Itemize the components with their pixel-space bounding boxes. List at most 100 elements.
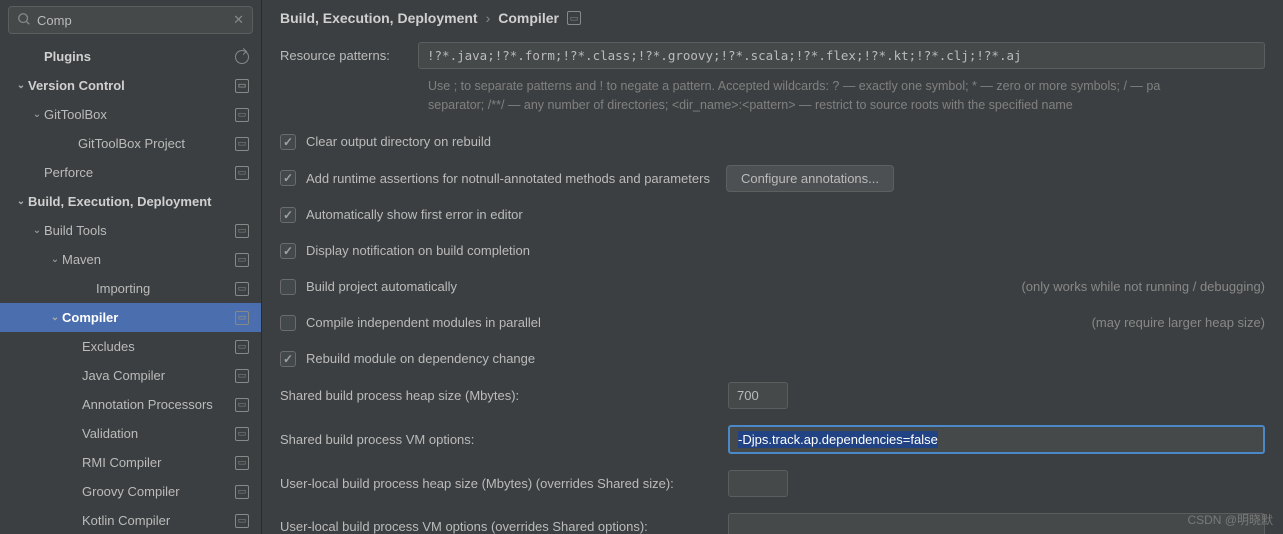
tree-item-importing[interactable]: Importing ▭ xyxy=(0,274,261,303)
tree-item-version-control[interactable]: ⌄Version Control▭ xyxy=(0,71,261,100)
shared-heap-label: Shared build process heap size (Mbytes): xyxy=(280,388,728,403)
checkbox-hint: (only works while not running / debuggin… xyxy=(991,279,1265,294)
shared-heap-row: Shared build process heap size (Mbytes): xyxy=(280,382,1265,409)
tree-item-label: Importing xyxy=(96,281,229,296)
check-row-0: Clear output directory on rebuild xyxy=(280,129,1265,155)
project-scope-icon: ▭ xyxy=(235,369,249,383)
tree-item-label: RMI Compiler xyxy=(82,455,229,470)
tree-item-rmi-compiler[interactable]: RMI Compiler ▭ xyxy=(0,448,261,477)
search-icon xyxy=(17,12,31,29)
chevron-icon: ⌄ xyxy=(30,109,44,120)
check-row-2: Automatically show first error in editor xyxy=(280,202,1265,228)
checkbox-label[interactable]: Clear output directory on rebuild xyxy=(306,134,491,149)
main-panel: Build, Execution, Deployment › Compiler … xyxy=(262,0,1283,534)
tree-item-label: GitToolBox xyxy=(44,107,229,122)
checkbox-label[interactable]: Build project automatically xyxy=(306,279,457,294)
tree-item-plugins[interactable]: Plugins xyxy=(0,42,261,71)
search-input[interactable] xyxy=(37,13,233,28)
watermark: CSDN @明晓默 xyxy=(1187,511,1273,528)
breadcrumb-parent[interactable]: Build, Execution, Deployment xyxy=(280,10,478,26)
shared-vm-input[interactable]: -Djps.track.ap.dependencies=false xyxy=(728,425,1265,454)
checkbox[interactable] xyxy=(280,351,296,367)
tree-item-label: Compiler xyxy=(62,310,229,325)
project-scope-icon: ▭ xyxy=(235,427,249,441)
shared-heap-input[interactable] xyxy=(728,382,788,409)
project-scope-icon: ▭ xyxy=(235,224,249,238)
checkbox[interactable] xyxy=(280,279,296,295)
checkbox[interactable] xyxy=(280,315,296,331)
tree-item-perforce[interactable]: Perforce▭ xyxy=(0,158,261,187)
tree-item-label: Java Compiler xyxy=(82,368,229,383)
clear-search-icon[interactable]: ✕ xyxy=(233,12,244,28)
check-row-6: Rebuild module on dependency change xyxy=(280,346,1265,372)
tree-item-build-tools[interactable]: ⌄Build Tools ▭ xyxy=(0,216,261,245)
chevron-icon: ⌄ xyxy=(14,80,28,91)
shared-vm-label: Shared build process VM options: xyxy=(280,432,728,447)
search-box[interactable]: ✕ xyxy=(8,6,253,34)
tree-item-label: Build, Execution, Deployment xyxy=(28,194,249,209)
breadcrumb-current: Compiler xyxy=(498,10,559,26)
checkbox[interactable] xyxy=(280,207,296,223)
project-scope-icon: ▭ xyxy=(235,456,249,470)
tree-item-java-compiler[interactable]: Java Compiler ▭ xyxy=(0,361,261,390)
project-scope-icon: ▭ xyxy=(235,485,249,499)
resource-help-text: Use ; to separate patterns and ! to nega… xyxy=(428,77,1265,115)
tree-item-build-execution-deployment[interactable]: ⌄Build, Execution, Deployment xyxy=(0,187,261,216)
project-scope-icon: ▭ xyxy=(235,137,249,151)
tree-item-kotlin-compiler[interactable]: Kotlin Compiler ▭ xyxy=(0,506,261,534)
tree-item-annotation-processors[interactable]: Annotation Processors▭ xyxy=(0,390,261,419)
tree-item-label: GitToolBox Project xyxy=(78,136,229,151)
configure-annotations-button[interactable]: Configure annotations... xyxy=(726,165,894,192)
check-row-5: Compile independent modules in parallel (… xyxy=(280,310,1265,336)
breadcrumb-separator: › xyxy=(486,10,491,26)
project-scope-icon: ▭ xyxy=(235,398,249,412)
tree-item-label: Groovy Compiler xyxy=(82,484,229,499)
check-row-3: Display notification on build completion xyxy=(280,238,1265,264)
checkbox-label[interactable]: Automatically show first error in editor xyxy=(306,207,523,222)
chevron-icon: ⌄ xyxy=(14,196,28,207)
settings-sidebar: ✕ Plugins⌄Version Control▭⌄GitToolBox▭Gi… xyxy=(0,0,262,534)
tree-item-validation[interactable]: Validation▭ xyxy=(0,419,261,448)
checkbox-label[interactable]: Add runtime assertions for notnull-annot… xyxy=(306,171,710,186)
breadcrumb: Build, Execution, Deployment › Compiler … xyxy=(262,0,1283,30)
tree-item-label: Kotlin Compiler xyxy=(82,513,229,528)
settings-content: Resource patterns: Use ; to separate pat… xyxy=(262,30,1283,534)
tree-item-label: Excludes xyxy=(82,339,229,354)
check-row-1: Add runtime assertions for notnull-annot… xyxy=(280,165,1265,192)
checkbox[interactable] xyxy=(280,243,296,259)
tree-item-groovy-compiler[interactable]: Groovy Compiler ▭ xyxy=(0,477,261,506)
project-scope-icon: ▭ xyxy=(567,11,581,25)
reset-icon[interactable] xyxy=(235,50,249,64)
tree-item-compiler[interactable]: ⌄Compiler ▭ xyxy=(0,303,261,332)
checkbox-hint: (may require larger heap size) xyxy=(1062,315,1265,330)
checkbox-label[interactable]: Rebuild module on dependency change xyxy=(306,351,535,366)
checkbox-label[interactable]: Display notification on build completion xyxy=(306,243,530,258)
shared-vm-row: Shared build process VM options: -Djps.t… xyxy=(280,425,1265,454)
project-scope-icon: ▭ xyxy=(235,79,249,93)
checkbox[interactable] xyxy=(280,170,296,186)
tree-item-gittoolbox[interactable]: ⌄GitToolBox ▭ xyxy=(0,100,261,129)
project-scope-icon: ▭ xyxy=(235,340,249,354)
chevron-icon: ⌄ xyxy=(30,225,44,236)
resource-pattern-label: Resource patterns: xyxy=(280,42,418,63)
project-scope-icon: ▭ xyxy=(235,108,249,122)
resource-pattern-input[interactable] xyxy=(418,42,1265,69)
tree-item-label: Build Tools xyxy=(44,223,229,238)
user-vm-label: User-local build process VM options (ove… xyxy=(280,519,728,534)
project-scope-icon: ▭ xyxy=(235,311,249,325)
tree-item-label: Perforce xyxy=(44,165,229,180)
tree-item-gittoolbox-project[interactable]: GitToolBox Project ▭ xyxy=(0,129,261,158)
tree-item-excludes[interactable]: Excludes ▭ xyxy=(0,332,261,361)
project-scope-icon: ▭ xyxy=(235,514,249,528)
project-scope-icon: ▭ xyxy=(235,253,249,267)
resource-pattern-row: Resource patterns: xyxy=(280,42,1265,69)
user-heap-label: User-local build process heap size (Mbyt… xyxy=(280,476,728,491)
user-heap-input[interactable] xyxy=(728,470,788,497)
user-vm-input[interactable] xyxy=(728,513,1265,534)
project-scope-icon: ▭ xyxy=(235,282,249,296)
tree-item-maven[interactable]: ⌄Maven▭ xyxy=(0,245,261,274)
chevron-icon: ⌄ xyxy=(48,312,62,323)
checkbox[interactable] xyxy=(280,134,296,150)
checkbox-label[interactable]: Compile independent modules in parallel xyxy=(306,315,541,330)
user-vm-row: User-local build process VM options (ove… xyxy=(280,513,1265,534)
